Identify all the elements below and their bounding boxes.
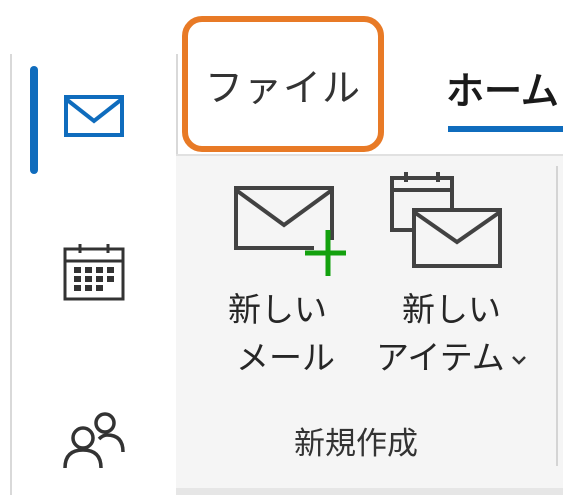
ribbon-bottom-band <box>176 488 563 495</box>
new-items-label: 新しい アイテム <box>374 286 554 382</box>
tab-strip-line <box>176 154 563 156</box>
people-icon <box>63 412 125 469</box>
mail-icon <box>64 95 124 137</box>
new-items-label-line2: アイテム <box>376 338 505 377</box>
outlook-window: ファイル ホーム 新しい メール 新しい アイテム 新規作成 <box>0 0 563 495</box>
new-mail-label-line1: 新しい <box>228 290 327 329</box>
new-items-icon <box>390 172 502 268</box>
calendar-icon <box>63 244 125 301</box>
group-label-new: 新規作成 <box>294 426 418 462</box>
new-items-label-line1: 新しい <box>402 290 501 329</box>
nav-people-button[interactable] <box>44 400 144 480</box>
nav-calendar-button[interactable] <box>44 232 144 312</box>
tab-home[interactable]: ホーム <box>446 60 563 120</box>
new-mail-button[interactable]: 新しい メール <box>196 170 346 420</box>
selected-indicator <box>30 66 38 174</box>
tab-file[interactable]: ファイル <box>182 16 384 152</box>
nav-mail-button[interactable] <box>44 76 144 156</box>
new-mail-label-line2: メール <box>236 338 335 377</box>
new-mail-label: 新しい メール <box>196 286 346 382</box>
navigation-rail <box>0 0 176 495</box>
rail-divider <box>10 54 12 495</box>
group-separator <box>556 166 558 466</box>
ribbon: ファイル ホーム 新しい メール 新しい アイテム 新規作成 <box>176 0 563 495</box>
chevron-down-icon[interactable] <box>511 354 527 366</box>
tab-home-selected-underline <box>448 126 563 132</box>
new-items-button[interactable]: 新しい アイテム <box>374 170 554 420</box>
new-mail-icon <box>234 186 346 276</box>
